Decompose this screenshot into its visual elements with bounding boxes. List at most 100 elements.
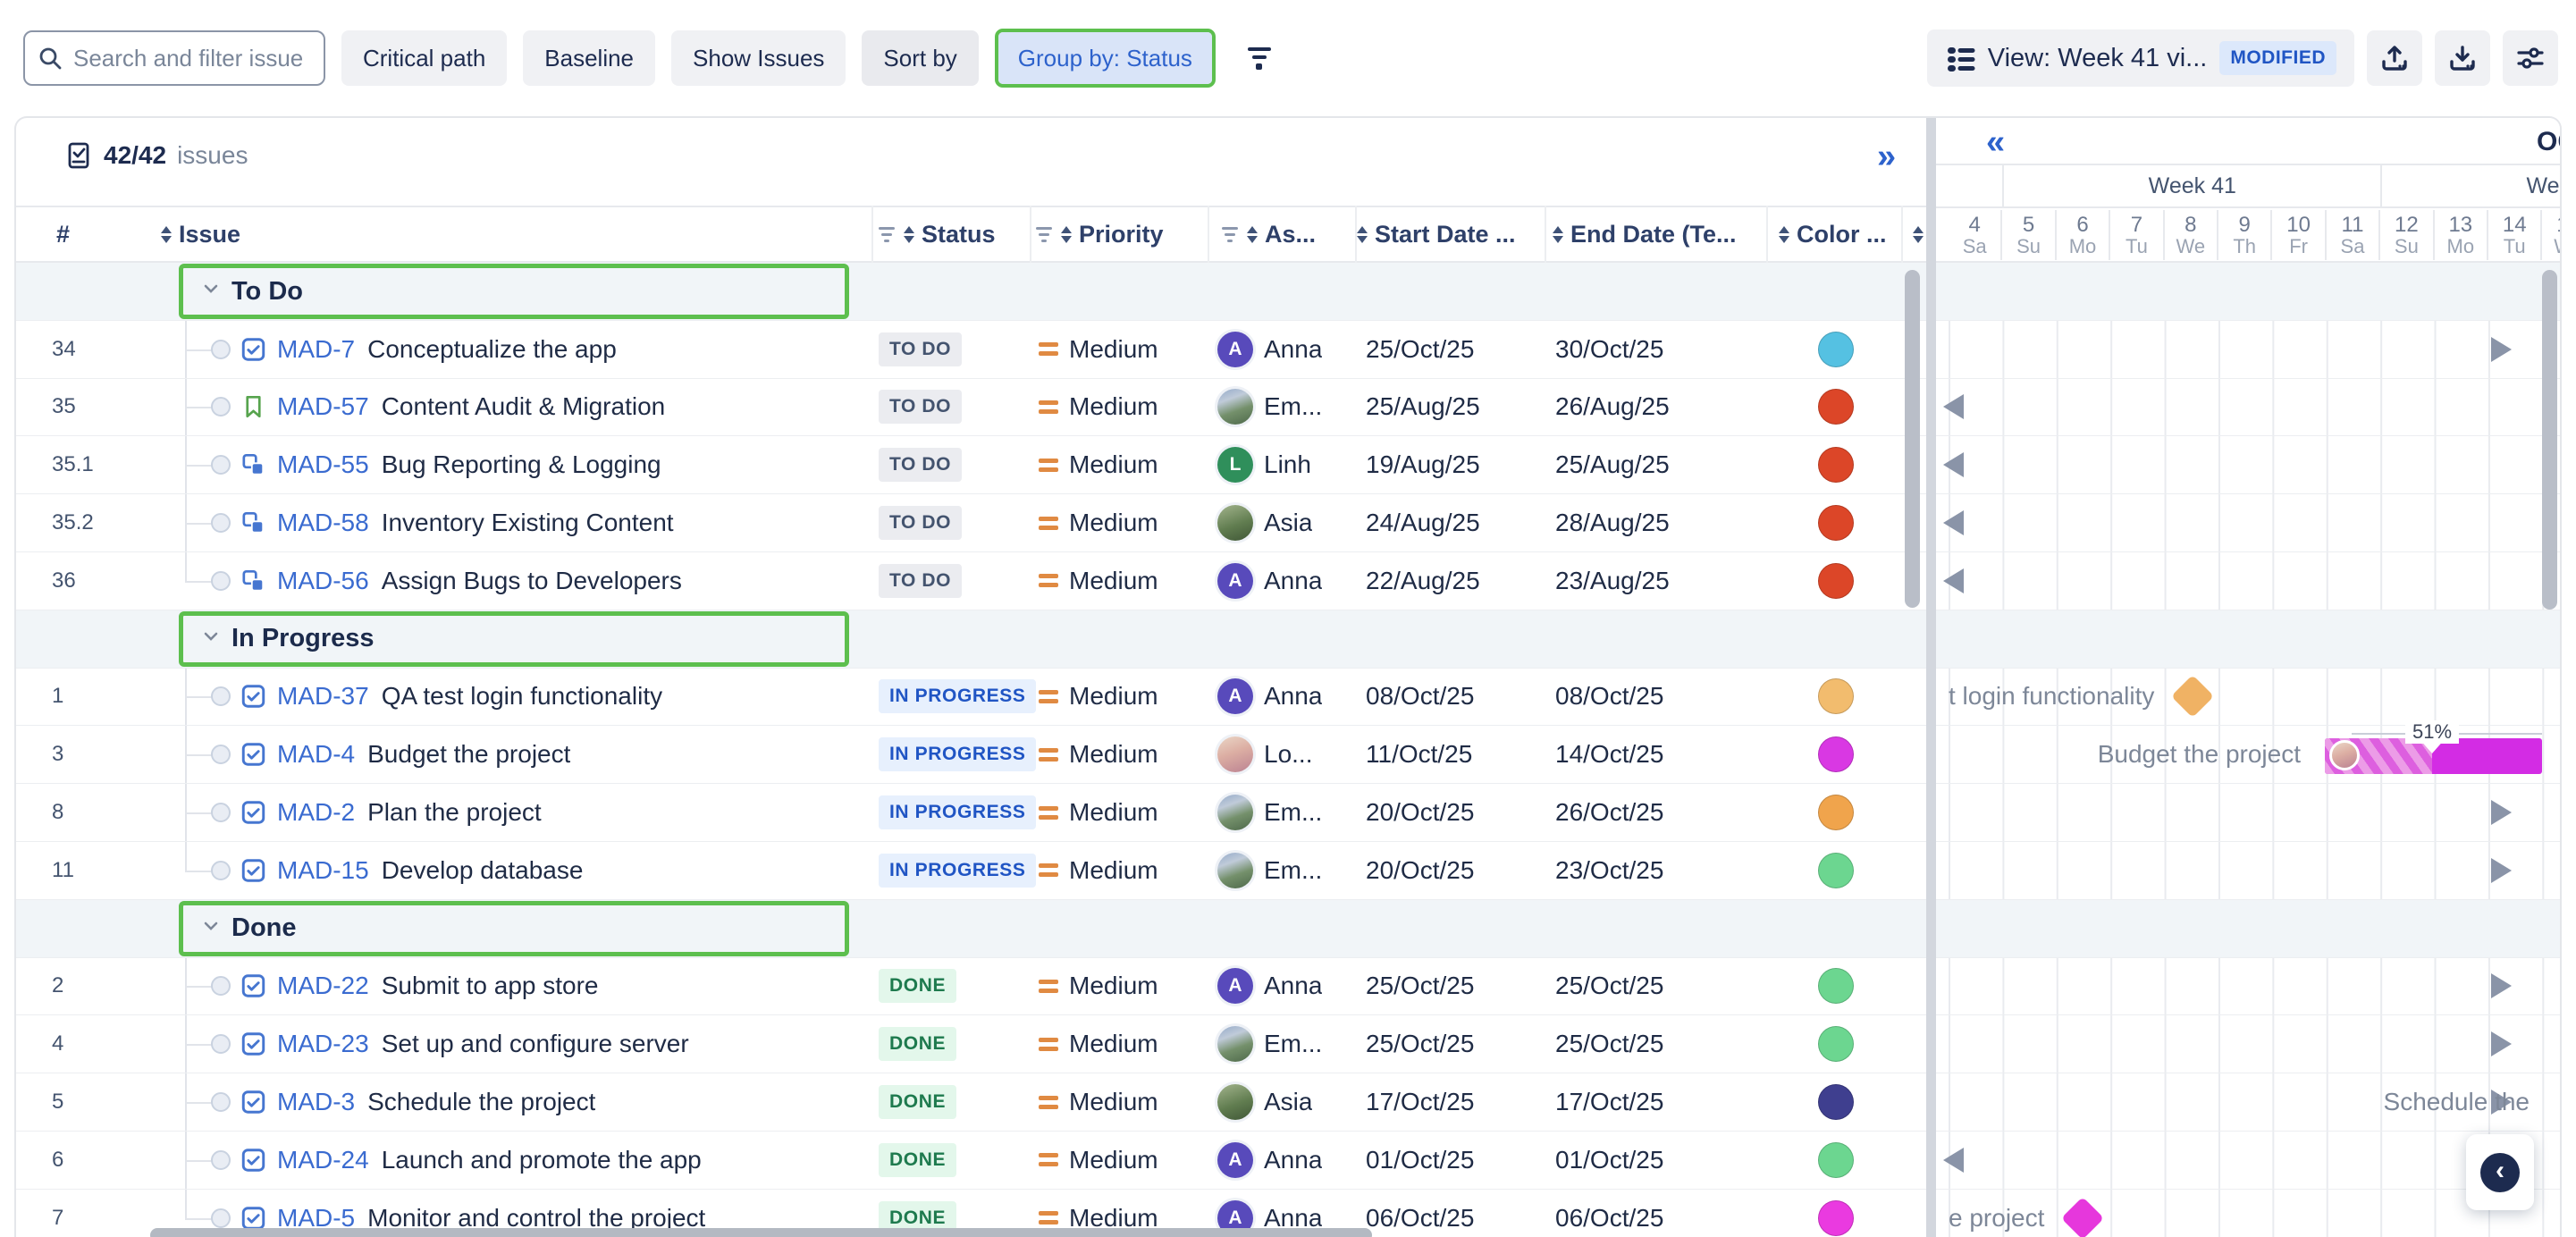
- column-header-num[interactable]: #: [56, 207, 70, 261]
- table-row[interactable]: 1MAD-37QA test login functionalityIN PRO…: [16, 669, 1926, 727]
- settings-button[interactable]: [2503, 30, 2558, 86]
- issue-key-link[interactable]: MAD-4: [277, 740, 355, 769]
- table-row[interactable]: 36MAD-56Assign Bugs to DevelopersTO DOMe…: [16, 552, 1926, 610]
- status-badge[interactable]: DONE: [879, 1027, 956, 1061]
- column-header-end[interactable]: End Date (Te...: [1553, 207, 1737, 261]
- table-row[interactable]: 3MAD-4Budget the projectIN PROGRESSMediu…: [16, 726, 1926, 784]
- issue-key-link[interactable]: MAD-2: [277, 798, 355, 827]
- status-badge[interactable]: IN PROGRESS: [879, 679, 1036, 713]
- milestone-diamond[interactable]: [2061, 1197, 2104, 1237]
- avatar[interactable]: [1217, 853, 1253, 888]
- table-row[interactable]: 35.2MAD-58Inventory Existing ContentTO D…: [16, 494, 1926, 552]
- bar-offscreen-left-icon[interactable]: [1943, 452, 1964, 477]
- table-row[interactable]: 34MAD-7Conceptualize the appTO DOMediumA…: [16, 321, 1926, 379]
- dependency-handle[interactable]: [211, 1150, 231, 1170]
- expand-table-icon[interactable]: »: [1877, 138, 1893, 176]
- table-horizontal-scrollbar[interactable]: [150, 1228, 1372, 1237]
- dependency-handle[interactable]: [211, 397, 231, 417]
- avatar[interactable]: A: [1217, 332, 1253, 367]
- color-dot[interactable]: [1818, 736, 1854, 772]
- status-badge[interactable]: IN PROGRESS: [879, 854, 1036, 888]
- avatar[interactable]: [1217, 1084, 1253, 1120]
- column-header-priority[interactable]: Priority: [1036, 207, 1164, 261]
- avatar[interactable]: [1217, 1026, 1253, 1062]
- color-dot[interactable]: [1818, 968, 1854, 1004]
- status-badge[interactable]: IN PROGRESS: [879, 795, 1036, 829]
- avatar[interactable]: [1217, 795, 1253, 830]
- color-dot[interactable]: [1818, 563, 1854, 599]
- issue-key-link[interactable]: MAD-7: [277, 335, 355, 364]
- table-row[interactable]: 35MAD-57Content Audit & MigrationTO DOMe…: [16, 379, 1926, 437]
- status-badge[interactable]: TO DO: [879, 448, 962, 482]
- bar-offscreen-left-icon[interactable]: [1943, 394, 1964, 419]
- column-header-color[interactable]: Color ...: [1779, 207, 1887, 261]
- issue-key-link[interactable]: MAD-58: [277, 509, 369, 537]
- issue-key-link[interactable]: MAD-24: [277, 1146, 369, 1174]
- toolbar-button-critical-path[interactable]: Critical path: [341, 30, 507, 86]
- gantt-task-bar[interactable]: [2325, 738, 2542, 774]
- gantt-vertical-scrollbar[interactable]: [2542, 270, 2557, 610]
- collapse-panel-button[interactable]: ‹: [2466, 1134, 2534, 1210]
- table-row[interactable]: 2MAD-22Submit to app storeDONEMediumAAnn…: [16, 958, 1926, 1016]
- group-header-row[interactable]: To Do: [16, 263, 1926, 321]
- bar-offscreen-left-icon[interactable]: [1943, 1148, 1964, 1173]
- dependency-handle[interactable]: [211, 340, 231, 359]
- color-dot[interactable]: [1818, 1200, 1854, 1236]
- column-header-issue[interactable]: Issue: [161, 207, 240, 261]
- dependency-handle[interactable]: [211, 745, 231, 764]
- bar-offscreen-left-icon[interactable]: [1943, 568, 1964, 593]
- bar-offscreen-right-icon[interactable]: [2491, 973, 2512, 998]
- status-badge[interactable]: DONE: [879, 969, 956, 1003]
- color-dot[interactable]: [1818, 1026, 1854, 1062]
- table-row[interactable]: 6MAD-24Launch and promote the appDONEMed…: [16, 1132, 1926, 1190]
- avatar[interactable]: [1217, 505, 1253, 541]
- color-dot[interactable]: [1818, 505, 1854, 541]
- toolbar-button-sort-by[interactable]: Sort by: [862, 30, 978, 86]
- status-badge[interactable]: IN PROGRESS: [879, 737, 1036, 771]
- upload-button[interactable]: [2367, 30, 2422, 86]
- color-dot[interactable]: [1818, 447, 1854, 483]
- dependency-handle[interactable]: [211, 686, 231, 706]
- bar-offscreen-left-icon[interactable]: [1943, 510, 1964, 535]
- avatar[interactable]: A: [1217, 1142, 1253, 1178]
- dependency-handle[interactable]: [211, 1092, 231, 1112]
- dependency-handle[interactable]: [211, 976, 231, 996]
- color-dot[interactable]: [1818, 332, 1854, 367]
- table-row[interactable]: 4MAD-23Set up and configure serverDONEMe…: [16, 1015, 1926, 1073]
- table-row[interactable]: 8MAD-2Plan the projectIN PROGRESSMediumE…: [16, 784, 1926, 842]
- bar-offscreen-right-icon[interactable]: [2491, 800, 2512, 825]
- status-badge[interactable]: TO DO: [879, 506, 962, 540]
- table-vertical-scrollbar[interactable]: [1905, 270, 1920, 608]
- status-badge[interactable]: TO DO: [879, 390, 962, 424]
- status-badge[interactable]: TO DO: [879, 332, 962, 366]
- issue-key-link[interactable]: MAD-23: [277, 1030, 369, 1058]
- dependency-handle[interactable]: [211, 1034, 231, 1054]
- dependency-handle[interactable]: [211, 455, 231, 475]
- panel-splitter[interactable]: [1926, 118, 1936, 1237]
- avatar[interactable]: A: [1217, 678, 1253, 714]
- color-dot[interactable]: [1818, 853, 1854, 888]
- avatar[interactable]: A: [1217, 563, 1253, 599]
- issue-key-link[interactable]: MAD-37: [277, 682, 369, 711]
- bar-offscreen-right-icon[interactable]: [2491, 337, 2512, 362]
- group-by-button[interactable]: Group by: Status: [998, 32, 1212, 84]
- chevron-down-icon[interactable]: [203, 283, 219, 299]
- bar-offscreen-right-icon[interactable]: [2491, 858, 2512, 883]
- avatar[interactable]: [1217, 389, 1253, 425]
- group-header-row[interactable]: In Progress: [16, 610, 1926, 669]
- chevron-down-icon[interactable]: [203, 631, 219, 647]
- search-input[interactable]: [72, 44, 311, 73]
- chevron-down-icon[interactable]: [203, 921, 219, 937]
- status-badge[interactable]: DONE: [879, 1085, 956, 1119]
- dependency-handle[interactable]: [211, 803, 231, 822]
- table-row[interactable]: 5MAD-3Schedule the projectDONEMediumAsia…: [16, 1073, 1926, 1132]
- dependency-handle[interactable]: [211, 861, 231, 880]
- dependency-handle[interactable]: [211, 513, 231, 533]
- issue-key-link[interactable]: MAD-15: [277, 856, 369, 885]
- expand-gantt-icon[interactable]: «: [1986, 123, 2002, 162]
- status-badge[interactable]: TO DO: [879, 564, 962, 598]
- milestone-diamond[interactable]: [2171, 675, 2214, 718]
- status-badge[interactable]: DONE: [879, 1143, 956, 1177]
- table-row[interactable]: 11MAD-15Develop databaseIN PROGRESSMediu…: [16, 842, 1926, 900]
- column-header-extra[interactable]: [1913, 207, 1924, 261]
